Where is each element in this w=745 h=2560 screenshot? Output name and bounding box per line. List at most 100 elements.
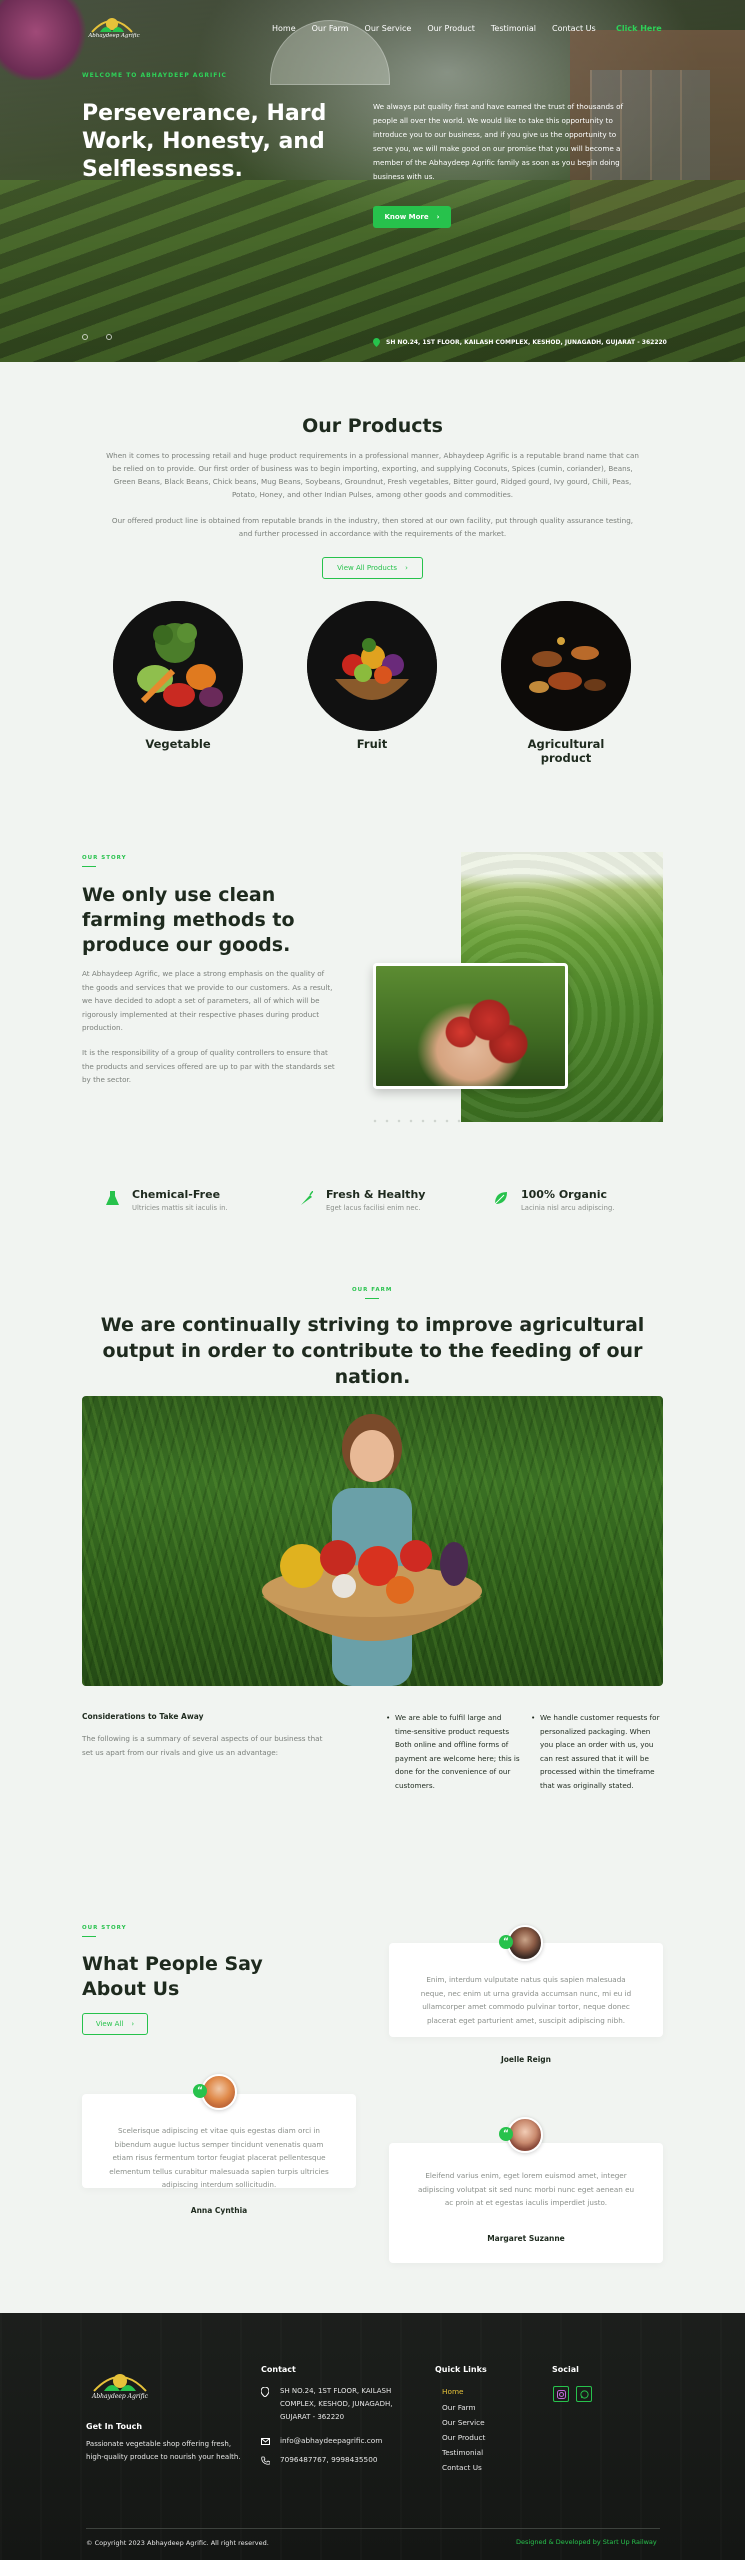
story-paragraph-2: It is the responsibility of a group of q… bbox=[82, 1048, 335, 1084]
slider-dot[interactable] bbox=[82, 334, 88, 340]
footer-get-in-touch-heading: Get In Touch bbox=[86, 2422, 143, 2431]
product-vegetable-image[interactable] bbox=[113, 601, 243, 731]
nav-item-our-service[interactable]: Our Service bbox=[365, 24, 412, 33]
quote-icon: “ bbox=[193, 2084, 207, 2098]
footer-address: SH NO.24, 1ST FLOOR, KAILASH COMPLEX, KE… bbox=[280, 2387, 393, 2421]
arrow-right-icon: › bbox=[405, 564, 408, 572]
tomato-harvest-photo bbox=[373, 963, 568, 1089]
product-vegetable-label[interactable]: Vegetable bbox=[113, 737, 243, 751]
nav-item-our-product[interactable]: Our Product bbox=[427, 24, 475, 33]
products-title: Our Products bbox=[302, 415, 443, 437]
product-fruit-image[interactable] bbox=[307, 601, 437, 731]
know-more-label: Know More bbox=[384, 213, 429, 221]
product-agricultural-image[interactable] bbox=[501, 601, 631, 731]
testimonial-text: Enim, interdum vulputate natus quis sapi… bbox=[420, 1975, 632, 2025]
testimonials-title: What People Say About Us bbox=[82, 1953, 263, 2000]
footer-quick-links-heading: Quick Links bbox=[435, 2365, 487, 2374]
farm-title: We are continually striving to improve a… bbox=[100, 1314, 645, 1388]
footer-link-our-farm[interactable]: Our Farm bbox=[442, 2403, 476, 2412]
know-more-button[interactable]: Know More › bbox=[373, 206, 451, 228]
feature-subtitle: Eget lacus facilisi enim nec. bbox=[326, 1204, 421, 1212]
footer-tagline: Passionate vegetable shop offering fresh… bbox=[86, 2440, 241, 2461]
arrow-right-icon: › bbox=[436, 213, 440, 221]
location-pin-icon bbox=[261, 2387, 269, 2397]
leaf-icon bbox=[491, 1188, 511, 1208]
testimonial-text: Eleifend varius enim, eget lorem euismod… bbox=[417, 2171, 635, 2207]
view-all-testimonials-button[interactable]: View All › bbox=[82, 2013, 148, 2035]
feature-subtitle: Lacinia nisl arcu adipiscing. bbox=[521, 1204, 615, 1212]
footer-logo-text: Abhaydeep Agrific bbox=[91, 2393, 149, 2400]
story-eyebrow-line bbox=[82, 866, 96, 867]
testimonial-name: Joelle Reign bbox=[500, 2055, 551, 2064]
farm-eyebrow: OUR FARM bbox=[352, 1287, 393, 1293]
hero-title: Perseverance, Hard Work, Honesty, and Se… bbox=[82, 101, 327, 182]
feature-title: Chemical-Free bbox=[132, 1188, 221, 1201]
view-all-products-label: View All Products bbox=[337, 564, 398, 572]
testimonial-name: Anna Cynthia bbox=[190, 2206, 248, 2215]
feature-subtitle: Ultricies mattis sit iaculis in. bbox=[132, 1204, 228, 1212]
flask-icon bbox=[102, 1188, 122, 1208]
footer-link-testimonial[interactable]: Testimonial bbox=[442, 2448, 483, 2457]
quote-icon: “ bbox=[499, 2127, 513, 2141]
nav-item-testimonial[interactable]: Testimonial bbox=[491, 24, 536, 33]
feature-title: 100% Organic bbox=[521, 1188, 608, 1201]
product-fruit-label[interactable]: Fruit bbox=[307, 737, 437, 751]
farm-bullet-2: We handle customer requests for personal… bbox=[531, 1711, 665, 1792]
nav-cta-link[interactable]: Click Here bbox=[616, 24, 662, 33]
farm-subheading: Considerations to Take Away bbox=[82, 1712, 204, 1721]
main-nav: Home Our Farm Our Service Our Product Te… bbox=[272, 24, 612, 33]
farm-paragraph: The following is a summary of several as… bbox=[82, 1734, 323, 1757]
instagram-icon[interactable] bbox=[553, 2386, 569, 2402]
slider-dot[interactable] bbox=[106, 334, 112, 340]
hero-tree-decoration bbox=[0, 0, 90, 80]
footer-link-contact-us[interactable]: Contact Us bbox=[442, 2463, 482, 2472]
view-all-products-button[interactable]: View All Products › bbox=[322, 557, 423, 579]
nav-item-home[interactable]: Home bbox=[272, 24, 296, 33]
footer-email-link[interactable]: info@abhaydeepagrific.com bbox=[280, 2436, 382, 2445]
nav-item-our-farm[interactable]: Our Farm bbox=[312, 24, 349, 33]
testimonials-eyebrow-line bbox=[82, 1936, 96, 1937]
footer-credit-link[interactable]: Designed & Developed by Start Up Railway bbox=[516, 2538, 657, 2546]
quote-icon: “ bbox=[499, 1935, 513, 1949]
farm-eyebrow-line bbox=[365, 1298, 379, 1299]
testimonial-name: Margaret Suzanne bbox=[487, 2234, 565, 2243]
products-intro-1: When it comes to processing retail and h… bbox=[106, 451, 639, 499]
products-intro-2: Our offered product line is obtained fro… bbox=[111, 516, 634, 538]
girl-with-vegetable-basket-photo bbox=[82, 1396, 663, 1686]
feature-title: Fresh & Healthy bbox=[326, 1188, 426, 1201]
nav-item-contact-us[interactable]: Contact Us bbox=[552, 24, 596, 33]
footer-link-our-product[interactable]: Our Product bbox=[442, 2433, 485, 2442]
testimonials-eyebrow: OUR STORY bbox=[82, 1925, 127, 1931]
hero-eyebrow: WELCOME TO ABHAYDEEP AGRIFIC bbox=[82, 72, 227, 79]
feature-organic: 100% Organic Lacinia nisl arcu adipiscin… bbox=[491, 1188, 614, 1212]
footer-link-our-service[interactable]: Our Service bbox=[442, 2418, 485, 2427]
dot-pattern-decoration bbox=[369, 1117, 461, 1125]
footer-phone-link[interactable]: 7096487767, 9998435500 bbox=[280, 2455, 378, 2464]
footer-divider bbox=[86, 2528, 660, 2529]
location-pin-icon bbox=[373, 338, 380, 347]
phone-icon bbox=[261, 2456, 270, 2465]
feature-chemical-free: Chemical-Free Ultricies mattis sit iacul… bbox=[102, 1188, 228, 1212]
testimonial-card: Eleifend varius enim, eget lorem euismod… bbox=[389, 2143, 663, 2263]
carrot-icon bbox=[296, 1188, 316, 1208]
brand-logo[interactable]: Abhaydeep Agrific bbox=[86, 8, 140, 44]
hero-text: We always put quality first and have ear… bbox=[373, 102, 624, 181]
farm-bullet-1: We are able to fulfil large and time-sen… bbox=[386, 1711, 520, 1792]
view-all-label: View All bbox=[95, 2020, 124, 2028]
footer-link-home[interactable]: Home bbox=[442, 2387, 464, 2396]
mail-icon bbox=[261, 2438, 270, 2445]
product-agricultural-label[interactable]: Agricultural product bbox=[501, 737, 631, 765]
footer-logo[interactable]: Abhaydeep Agrific bbox=[86, 2361, 154, 2405]
footer-copyright: © Copyright 2023 Abhaydeep Agrific. All … bbox=[86, 2539, 269, 2547]
brand-logo-text: Abhaydeep Agrific bbox=[88, 33, 140, 39]
footer-contact-heading: Contact bbox=[261, 2365, 296, 2374]
arrow-right-icon: › bbox=[131, 2020, 135, 2028]
story-paragraph-1: At Abhaydeep Agrific, we place a strong … bbox=[82, 969, 333, 1032]
testimonial-text: Scelerisque adipiscing et vitae quis ege… bbox=[109, 2126, 329, 2189]
footer-social-heading: Social bbox=[552, 2365, 579, 2374]
whatsapp-icon[interactable] bbox=[576, 2386, 592, 2402]
story-eyebrow: OUR STORY bbox=[82, 855, 127, 861]
hero-address-text: SH NO.24, 1ST FLOOR, KAILASH COMPLEX, KE… bbox=[386, 339, 667, 346]
hero-slider-dots bbox=[82, 334, 112, 340]
story-title: We only use clean farming methods to pro… bbox=[82, 884, 295, 956]
